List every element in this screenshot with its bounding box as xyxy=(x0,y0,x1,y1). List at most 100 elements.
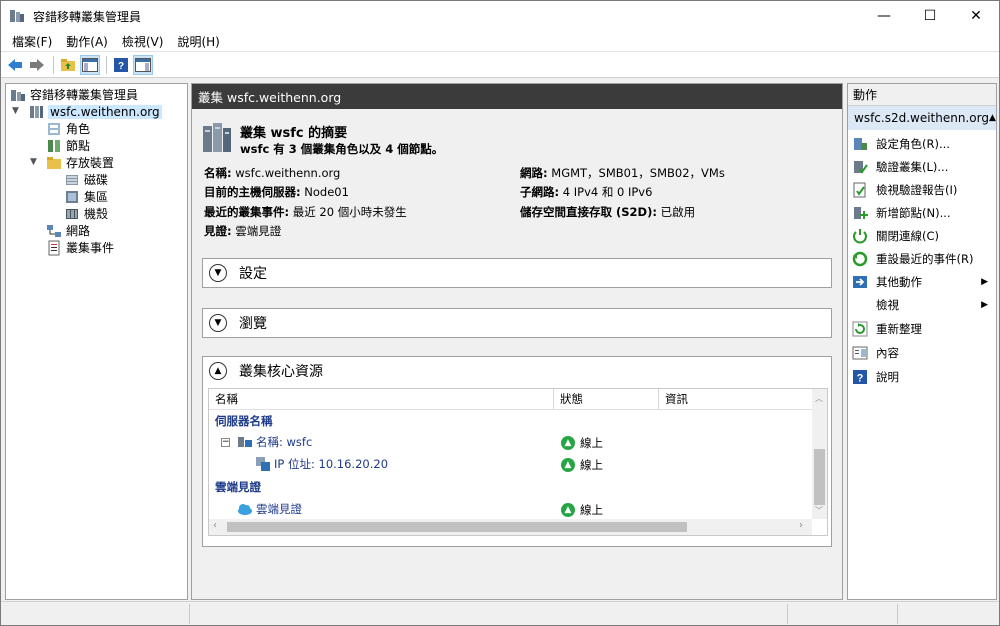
tree-disks-label: 磁碟 xyxy=(84,173,109,187)
section-settings[interactable]: ▼ 設定 xyxy=(202,258,832,288)
column-header-info[interactable]: 資訊 xyxy=(659,389,813,409)
action-reset-recent-events[interactable]: 重設最近的事件(R) xyxy=(848,247,996,270)
field-host-value: Node01 xyxy=(304,185,349,199)
report-icon xyxy=(853,182,866,197)
action-properties[interactable]: 內容 xyxy=(848,341,996,364)
storage-folder-icon xyxy=(47,156,61,169)
tree-item-events[interactable]: 叢集事件 xyxy=(46,239,114,256)
menu-action[interactable]: 動作(A) xyxy=(59,33,115,50)
action-label: 重新整理 xyxy=(876,321,922,336)
field-name: 名稱: wsfc.weithenn.org xyxy=(204,165,340,181)
forward-button[interactable] xyxy=(27,55,47,75)
toolbar: ? xyxy=(1,51,999,78)
cluster-icon xyxy=(30,105,43,118)
field-subnets-label: 子網路: xyxy=(520,185,560,199)
scroll-thumb[interactable] xyxy=(227,522,687,532)
console-tree[interactable]: 容錯移轉叢集管理員 ▼ wsfc.weithenn.org 角色 節點 ▼ 存放… xyxy=(5,83,188,600)
status-bar-divider xyxy=(189,604,190,624)
cloud-icon xyxy=(238,504,252,515)
status-online: ▲ 線上 xyxy=(561,457,603,473)
action-refresh[interactable]: 重新整理 xyxy=(848,317,996,340)
minimize-button[interactable]: — xyxy=(861,1,907,31)
configure-role-icon xyxy=(854,137,867,150)
scroll-right-icon[interactable]: › xyxy=(799,520,803,531)
expand-chevron-icon[interactable]: ▼ xyxy=(209,264,227,282)
vertical-scrollbar[interactable]: ︿ ﹀ xyxy=(812,389,827,519)
status-online: ▲ 線上 xyxy=(561,435,603,451)
menu-bar: 檔案(F) 動作(A) 檢視(V) 說明(H) xyxy=(1,31,999,51)
section-core-resources: ▲ 叢集核心資源 名稱 狀態 資訊 伺服器名稱 − 名稱: wsfc ▲ 線上 I… xyxy=(202,356,832,547)
tree-item-storage[interactable]: 存放裝置 xyxy=(46,154,114,171)
menu-help[interactable]: 說明(H) xyxy=(170,33,226,50)
close-button[interactable]: ✕ xyxy=(953,1,999,31)
tree-roles-label: 角色 xyxy=(66,122,91,136)
action-validate-cluster[interactable]: 驗證叢集(L)... xyxy=(848,155,996,178)
collapse-box-icon[interactable]: − xyxy=(221,437,230,447)
table-row[interactable]: IP 位址: 10.16.20.20 xyxy=(209,453,813,475)
column-header-status[interactable]: 狀態 xyxy=(554,389,659,409)
cluster-manager-icon xyxy=(10,10,24,22)
maximize-button[interactable]: ☐ xyxy=(907,1,953,31)
show-hide-tree-button[interactable] xyxy=(80,54,100,75)
tree-storage-label: 存放裝置 xyxy=(66,156,115,170)
action-label: 說明 xyxy=(876,369,899,384)
folder-up-icon xyxy=(61,58,75,71)
online-arrow-icon: ▲ xyxy=(561,436,575,450)
menu-view[interactable]: 檢視(V) xyxy=(115,33,171,50)
collapse-chevron-icon[interactable]: ▼ xyxy=(30,157,37,167)
scroll-thumb[interactable] xyxy=(814,449,825,505)
reset-events-icon xyxy=(852,251,868,266)
cluster-manager-icon xyxy=(11,89,25,101)
show-action-pane-button[interactable] xyxy=(133,54,153,75)
action-more-actions[interactable]: 其他動作 ▶ xyxy=(848,270,996,293)
section-settings-title: 設定 xyxy=(239,266,267,282)
horizontal-scrollbar[interactable]: ‹ › xyxy=(209,519,812,535)
action-label: 檢視驗證報告(I) xyxy=(876,182,958,197)
table-row[interactable]: 雲端見證 xyxy=(209,498,813,520)
tree-item-disks[interactable]: 磁碟 xyxy=(64,171,108,188)
tree-events-label: 叢集事件 xyxy=(66,241,115,255)
action-help[interactable]: ? 說明 xyxy=(848,365,996,388)
collapse-arrow-icon[interactable]: ▲ xyxy=(989,113,996,123)
status-online-label: 線上 xyxy=(580,458,603,472)
scroll-down-icon[interactable]: ﹀ xyxy=(815,505,823,516)
actions-context-header[interactable]: wsfc.s2d.weithenn.org ▲ xyxy=(848,106,996,130)
summary-title: 叢集 wsfc 的摘要 xyxy=(240,126,348,141)
collapse-chevron-icon[interactable]: ▲ xyxy=(209,362,227,380)
help-button[interactable]: ? xyxy=(111,55,131,75)
tree-item-pools[interactable]: 集區 xyxy=(64,188,108,205)
action-label: 重設最近的事件(R) xyxy=(876,251,974,266)
action-close-connection[interactable]: 關閉連線(C) xyxy=(848,224,996,247)
field-name-label: 名稱: xyxy=(204,166,232,180)
tree-item-nodes[interactable]: 節點 xyxy=(46,137,90,154)
tree-root[interactable]: 容錯移轉叢集管理員 xyxy=(10,86,138,103)
section-browse[interactable]: ▼ 瀏覽 xyxy=(202,308,832,338)
field-witness: 見證: 雲端見證 xyxy=(204,223,281,239)
back-button[interactable] xyxy=(5,55,25,75)
tree-item-enclosures[interactable]: 機殼 xyxy=(64,205,108,222)
tree-item-cluster[interactable]: wsfc.weithenn.org xyxy=(28,103,162,120)
action-add-node[interactable]: 新增節點(N)... xyxy=(848,201,996,224)
field-events: 最近的叢集事件: 最近 20 個小時未發生 xyxy=(204,204,407,220)
submenu-arrow-icon: ▶ xyxy=(981,299,988,310)
action-configure-role[interactable]: 設定角色(R)... xyxy=(848,132,996,155)
section-core-title: 叢集核心資源 xyxy=(239,364,323,380)
column-header-name[interactable]: 名稱 xyxy=(209,389,554,409)
action-label: 驗證叢集(L)... xyxy=(876,159,949,174)
action-view-validation-report[interactable]: 檢視驗證報告(I) xyxy=(848,178,996,201)
console-tree-icon xyxy=(82,57,98,72)
up-folder-button[interactable] xyxy=(58,55,78,75)
menu-file[interactable]: 檔案(F) xyxy=(5,33,59,50)
scroll-up-icon[interactable]: ︿ xyxy=(815,393,823,404)
action-label: 內容 xyxy=(876,345,899,360)
scroll-left-icon[interactable]: ‹ xyxy=(213,520,217,531)
collapse-chevron-icon[interactable]: ▼ xyxy=(12,106,19,116)
tree-item-roles[interactable]: 角色 xyxy=(46,120,90,137)
expand-chevron-icon[interactable]: ▼ xyxy=(209,314,227,332)
tree-networks-label: 網路 xyxy=(66,224,91,238)
action-view[interactable]: 檢視 ▶ xyxy=(848,293,996,316)
field-s2d: 儲存空間直接存取 (S2D): 已啟用 xyxy=(520,204,695,220)
table-row[interactable]: − 名稱: wsfc xyxy=(209,431,813,453)
tree-item-networks[interactable]: 網路 xyxy=(46,222,90,239)
core-header[interactable]: ▲ 叢集核心資源 xyxy=(203,357,831,385)
